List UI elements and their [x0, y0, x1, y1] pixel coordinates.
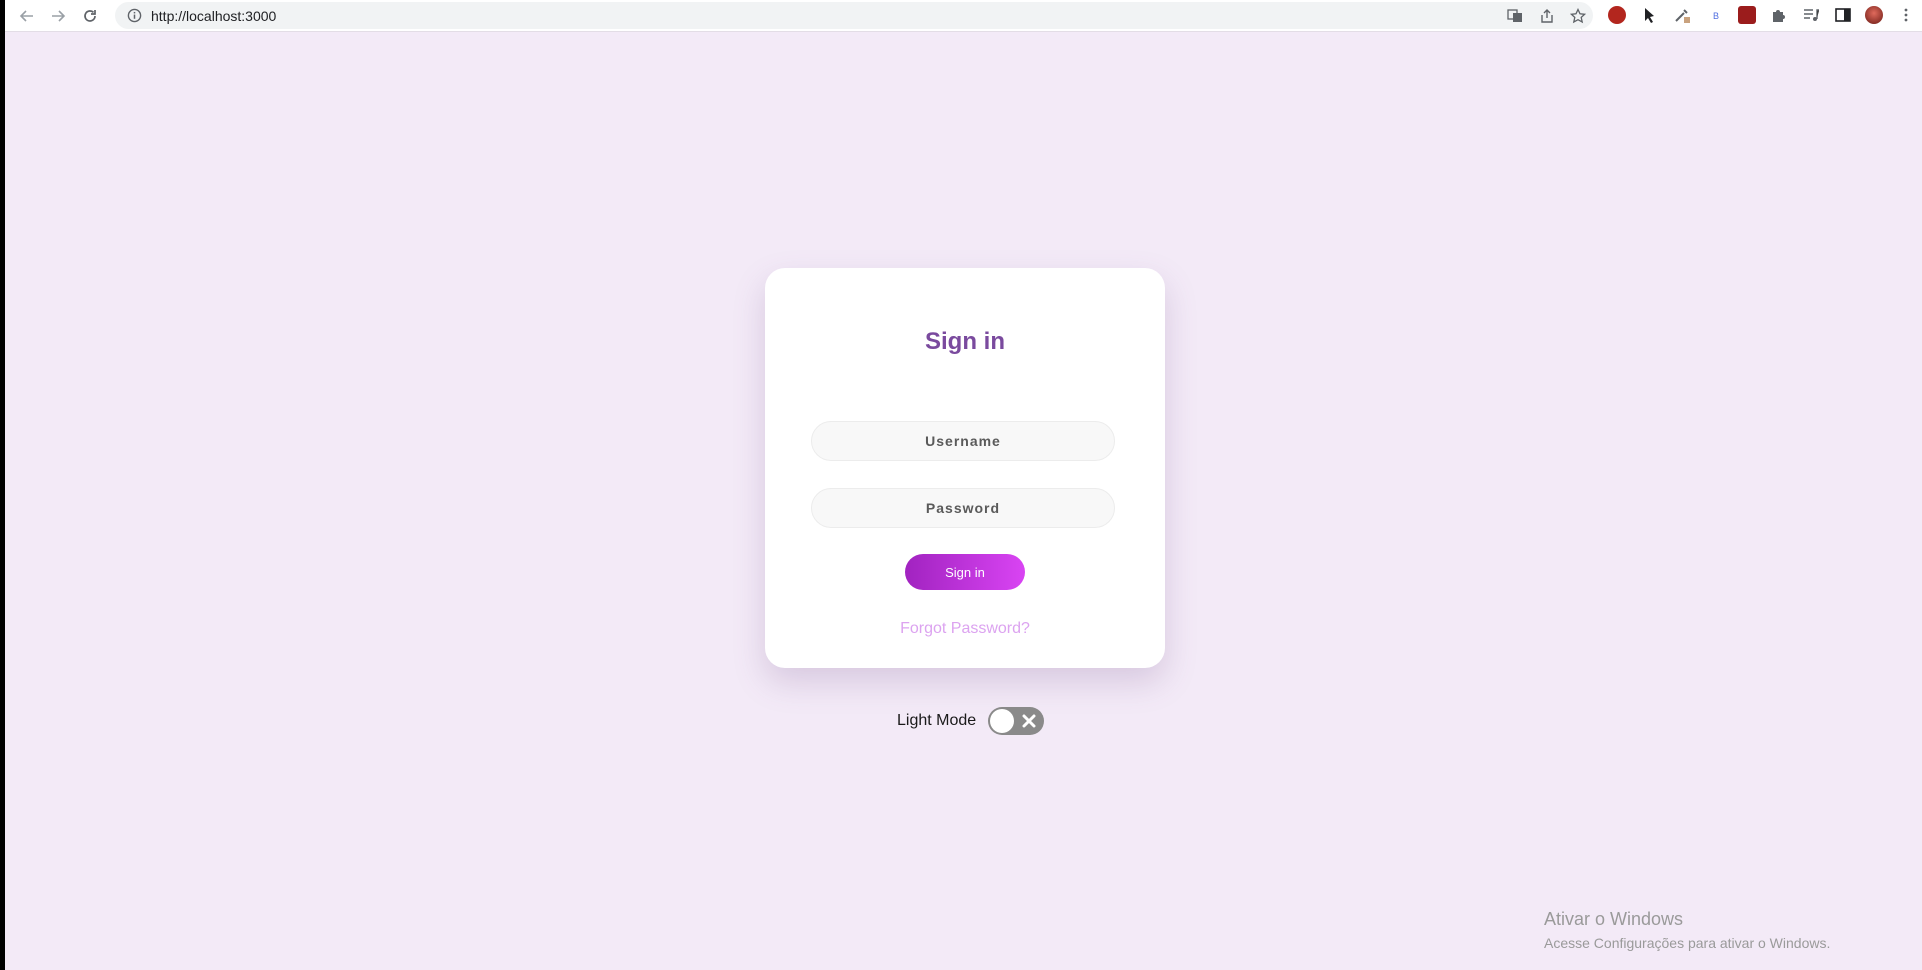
page-title: Sign in: [925, 328, 1005, 355]
sign-in-button[interactable]: Sign in: [905, 554, 1025, 590]
sidebar-icon[interactable]: [1834, 6, 1852, 24]
reload-icon: [84, 10, 96, 22]
share-icon[interactable]: [1539, 8, 1555, 24]
ublock-icon[interactable]: [1608, 6, 1626, 24]
theme-toggle[interactable]: [988, 707, 1044, 735]
username-input[interactable]: [811, 421, 1115, 461]
reload-button[interactable]: [79, 5, 101, 27]
screen-edge: [0, 0, 5, 970]
b-icon[interactable]: B: [1707, 6, 1725, 24]
eyedropper-icon[interactable]: [1673, 6, 1691, 24]
info-icon[interactable]: [127, 8, 142, 23]
windows-activation-title: Ativar o Windows: [1544, 909, 1684, 929]
windows-activation-subtitle: Acesse Configurações para ativar o Windo…: [1544, 935, 1831, 951]
extension-red-icon[interactable]: [1738, 6, 1756, 24]
arrow-right-icon: [52, 10, 66, 22]
password-input[interactable]: [811, 488, 1115, 528]
browser-toolbar: http://localhost:3000 B: [5, 0, 1922, 32]
media-icon[interactable]: [1802, 6, 1820, 24]
address-bar[interactable]: http://localhost:3000: [115, 2, 1593, 29]
arrow-left-icon: [19, 10, 33, 22]
svg-text:B: B: [1713, 11, 1719, 21]
cursor-icon[interactable]: [1641, 6, 1659, 24]
close-icon: [1022, 714, 1036, 728]
translate-icon[interactable]: [1507, 8, 1523, 24]
avatar[interactable]: [1865, 6, 1883, 24]
toggle-knob: [990, 709, 1014, 733]
login-card: Sign in Sign in Forgot Password?: [765, 268, 1165, 668]
theme-label: Light Mode: [897, 712, 977, 729]
back-button[interactable]: [16, 5, 38, 27]
url-text: http://localhost:3000: [151, 8, 277, 24]
star-icon[interactable]: [1570, 8, 1586, 24]
puzzle-icon[interactable]: [1770, 6, 1788, 24]
forgot-password-link[interactable]: Forgot Password?: [765, 620, 1165, 638]
forward-button[interactable]: [47, 5, 69, 27]
menu-icon[interactable]: [1897, 6, 1915, 24]
